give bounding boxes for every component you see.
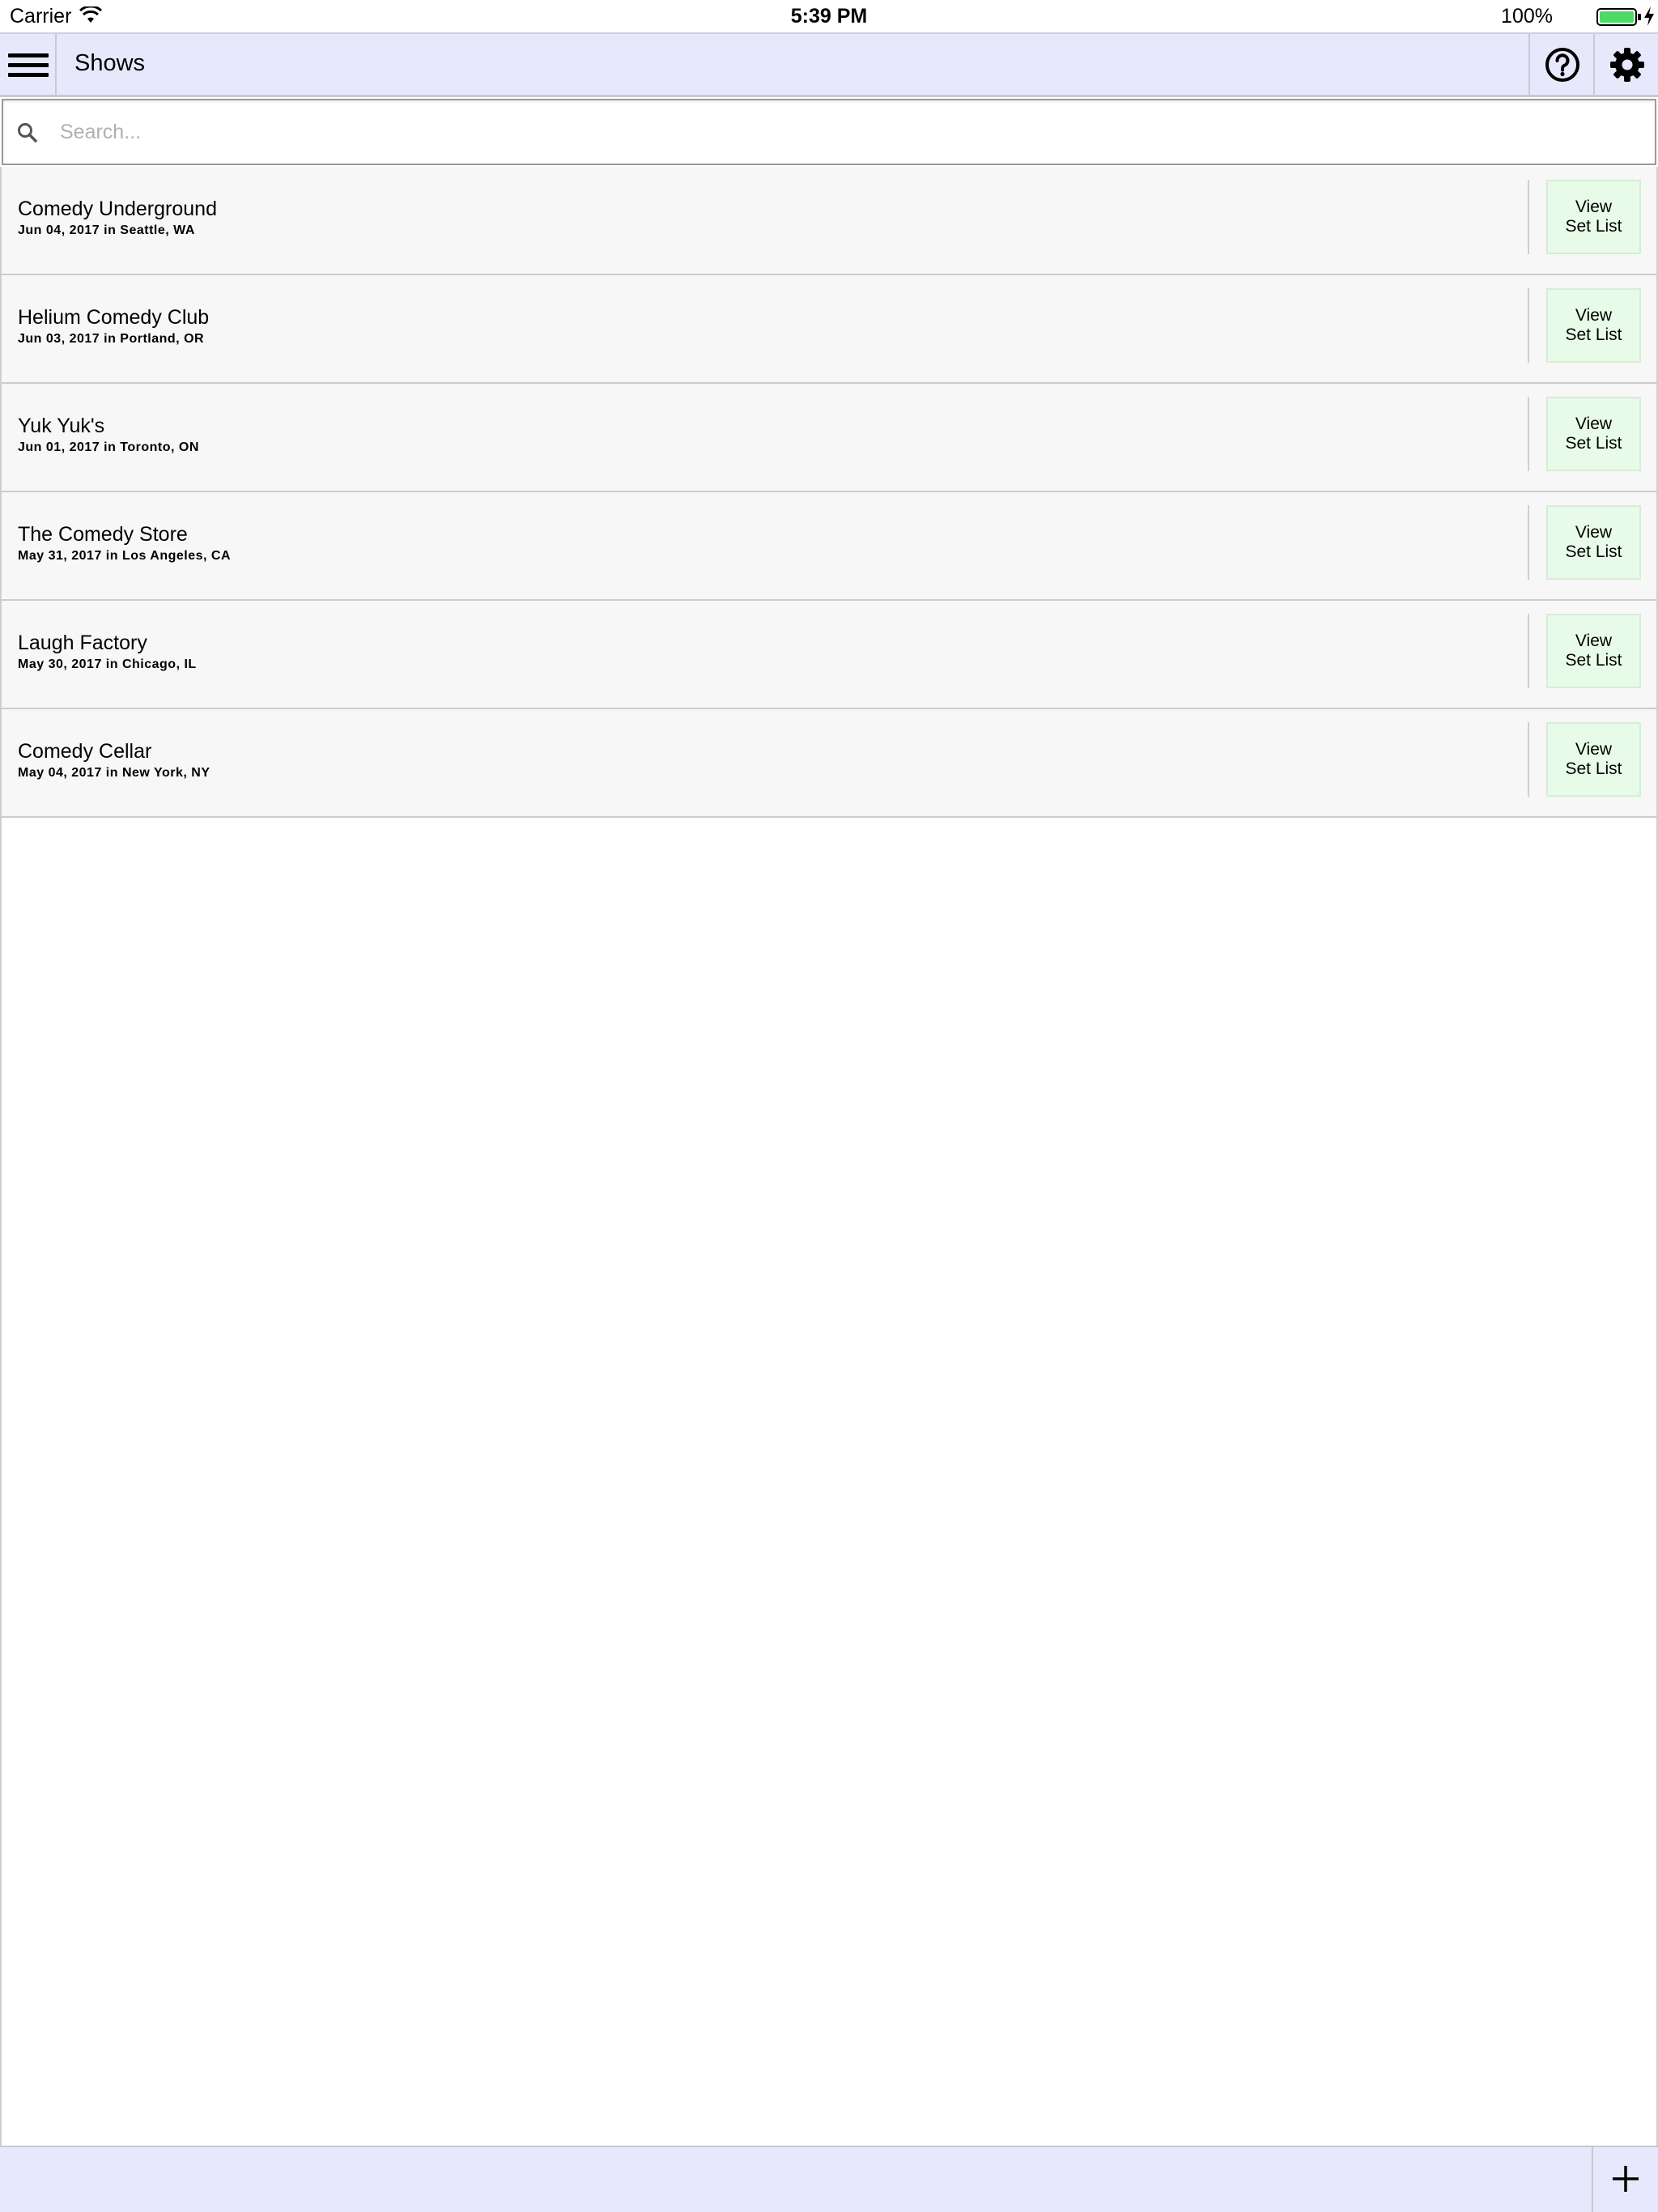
view-set-list-button[interactable]: View Set List	[1546, 505, 1641, 580]
show-row[interactable]: Laugh Factory May 30, 2017 in Chicago, I…	[0, 601, 1658, 709]
view-set-list-button[interactable]: View Set List	[1546, 180, 1641, 254]
row-divider	[1528, 614, 1529, 688]
navigation-header: Shows	[0, 32, 1658, 97]
view-button-line2: Set List	[1565, 759, 1622, 778]
view-set-list-button[interactable]: View Set List	[1546, 722, 1641, 797]
search-bar	[2, 99, 1656, 165]
settings-button[interactable]	[1593, 34, 1658, 96]
row-divider	[1528, 397, 1529, 471]
show-details: May 31, 2017 in Los Angeles, CA	[18, 549, 231, 563]
hamburger-icon	[8, 53, 49, 57]
row-divider	[1528, 722, 1529, 797]
search-icon	[18, 123, 37, 143]
view-button-line1: View	[1575, 198, 1613, 216]
view-set-list-button[interactable]: View Set List	[1546, 288, 1641, 363]
charging-bolt-icon	[1644, 6, 1654, 26]
row-divider	[1528, 180, 1529, 254]
page-title: Shows	[74, 50, 146, 76]
view-button-line1: View	[1575, 523, 1613, 542]
show-name: Comedy Cellar	[18, 740, 152, 763]
status-bar: Carrier 5:39 PM 100%	[0, 0, 1658, 32]
show-list: Comedy Underground Jun 04, 2017 in Seatt…	[0, 167, 1658, 818]
show-name: Yuk Yuk's	[18, 415, 105, 437]
hamburger-icon	[8, 73, 49, 77]
view-set-list-button[interactable]: View Set List	[1546, 614, 1641, 688]
row-divider	[1528, 288, 1529, 363]
view-button-line1: View	[1575, 740, 1613, 759]
show-name: Laugh Factory	[18, 632, 147, 654]
show-details: Jun 04, 2017 in Seattle, WA	[18, 223, 195, 237]
search-input[interactable]	[58, 112, 1629, 152]
battery-icon	[1596, 8, 1641, 26]
show-name: Comedy Underground	[18, 198, 217, 220]
view-button-line1: View	[1575, 306, 1613, 325]
show-details: May 04, 2017 in New York, NY	[18, 766, 210, 780]
view-button-line1: View	[1575, 632, 1613, 650]
empty-content-area	[0, 815, 1658, 2147]
view-button-line2: Set List	[1565, 651, 1622, 670]
view-button-line2: Set List	[1565, 434, 1622, 453]
view-button-line1: View	[1575, 415, 1613, 433]
show-name: Helium Comedy Club	[18, 306, 210, 329]
question-circle-icon	[1545, 48, 1579, 82]
view-set-list-button[interactable]: View Set List	[1546, 397, 1641, 471]
row-divider	[1528, 505, 1529, 580]
show-row[interactable]: Comedy Cellar May 04, 2017 in New York, …	[0, 709, 1658, 818]
gear-icon	[1610, 48, 1644, 82]
view-button-line2: Set List	[1565, 542, 1622, 561]
hamburger-icon	[8, 63, 49, 67]
show-name: The Comedy Store	[18, 523, 188, 546]
view-button-line2: Set List	[1565, 217, 1622, 236]
add-show-button[interactable]	[1592, 2147, 1658, 2212]
show-details: Jun 01, 2017 in Toronto, ON	[18, 440, 199, 454]
plus-icon	[1613, 2166, 1639, 2192]
show-row[interactable]: Comedy Underground Jun 04, 2017 in Seatt…	[0, 167, 1658, 275]
show-details: May 30, 2017 in Chicago, IL	[18, 657, 197, 671]
show-row[interactable]: Helium Comedy Club Jun 03, 2017 in Portl…	[0, 275, 1658, 384]
help-button[interactable]	[1528, 34, 1593, 96]
bottom-toolbar	[0, 2146, 1658, 2212]
menu-button[interactable]	[0, 34, 57, 96]
status-time: 5:39 PM	[790, 5, 868, 28]
show-details: Jun 03, 2017 in Portland, OR	[18, 332, 205, 346]
view-button-line2: Set List	[1565, 325, 1622, 344]
battery-percent: 100%	[1501, 5, 1553, 28]
show-row[interactable]: Yuk Yuk's Jun 01, 2017 in Toronto, ON Vi…	[0, 384, 1658, 492]
show-row[interactable]: The Comedy Store May 31, 2017 in Los Ang…	[0, 492, 1658, 601]
